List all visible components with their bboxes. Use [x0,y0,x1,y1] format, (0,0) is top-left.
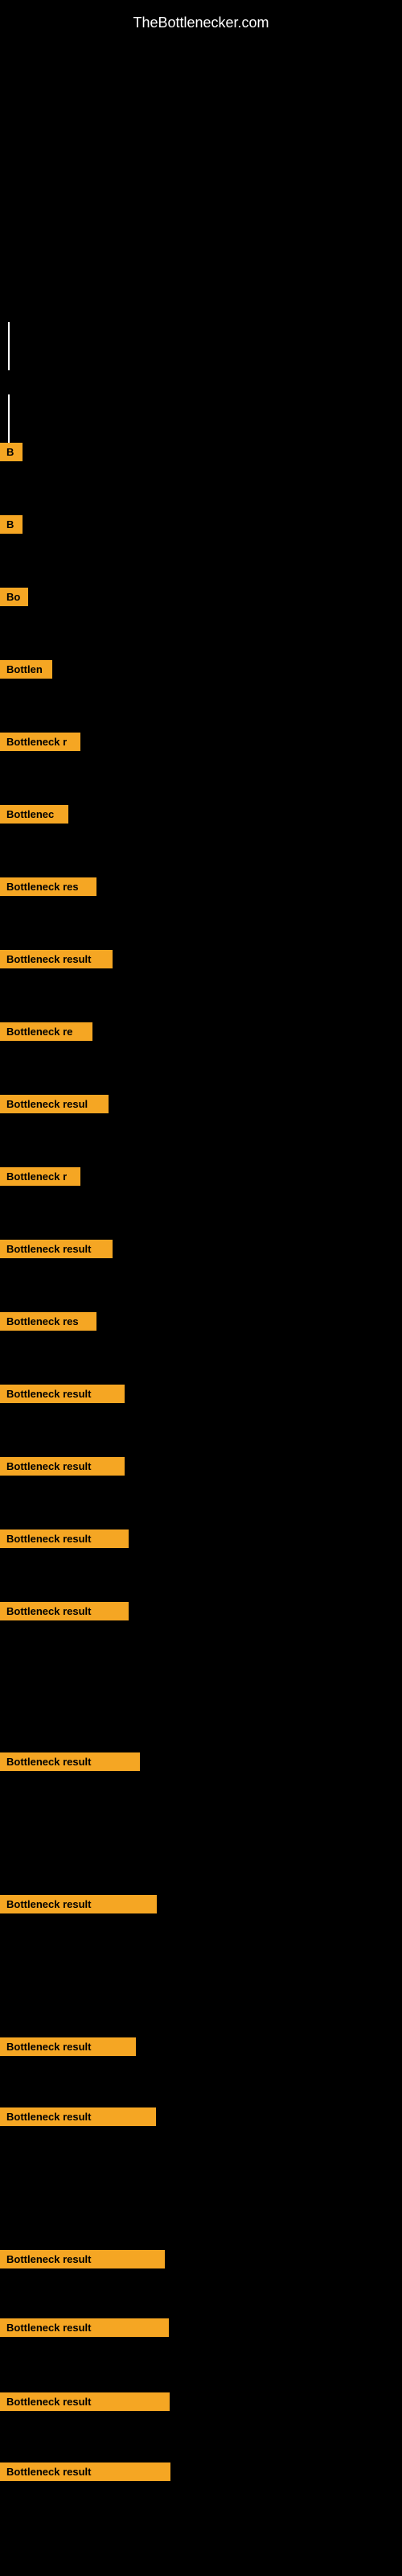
bottleneck-result-label: Bottleneck res [0,1312,96,1331]
bottleneck-result-label: Bottleneck result [0,1530,129,1548]
vertical-line [8,322,10,370]
bottleneck-result-label: Bottleneck result [0,2462,170,2481]
bottleneck-result-label: Bottleneck result [0,2037,136,2056]
bottleneck-result-label: Bottleneck resul [0,1095,109,1113]
bottleneck-result-label: B [0,443,23,461]
bottleneck-result-label: Bo [0,588,28,606]
bottleneck-result-label: Bottleneck result [0,2392,170,2411]
site-title: TheBottlenecker.com [0,6,402,39]
vertical-line [8,394,10,443]
bottleneck-result-label: Bottleneck result [0,1457,125,1476]
bottleneck-result-label: Bottleneck result [0,1240,113,1258]
bottleneck-result-label: Bottleneck r [0,733,80,751]
bottleneck-result-label: Bottleneck result [0,1385,125,1403]
bottleneck-result-label: Bottleneck result [0,1752,140,1771]
bottleneck-result-label: Bottleneck result [0,2107,156,2126]
bottleneck-result-label: Bottleneck re [0,1022,92,1041]
bottleneck-result-label: Bottleneck result [0,1895,157,1913]
bottleneck-result-label: Bottlenec [0,805,68,824]
bottleneck-result-label: B [0,515,23,534]
bottleneck-result-label: Bottleneck result [0,1602,129,1620]
bottleneck-result-label: Bottleneck res [0,877,96,896]
bottleneck-result-label: Bottlen [0,660,52,679]
bottleneck-result-label: Bottleneck r [0,1167,80,1186]
bottleneck-result-label: Bottleneck result [0,2250,165,2268]
bottleneck-result-label: Bottleneck result [0,2318,169,2337]
bottleneck-result-label: Bottleneck result [0,950,113,968]
